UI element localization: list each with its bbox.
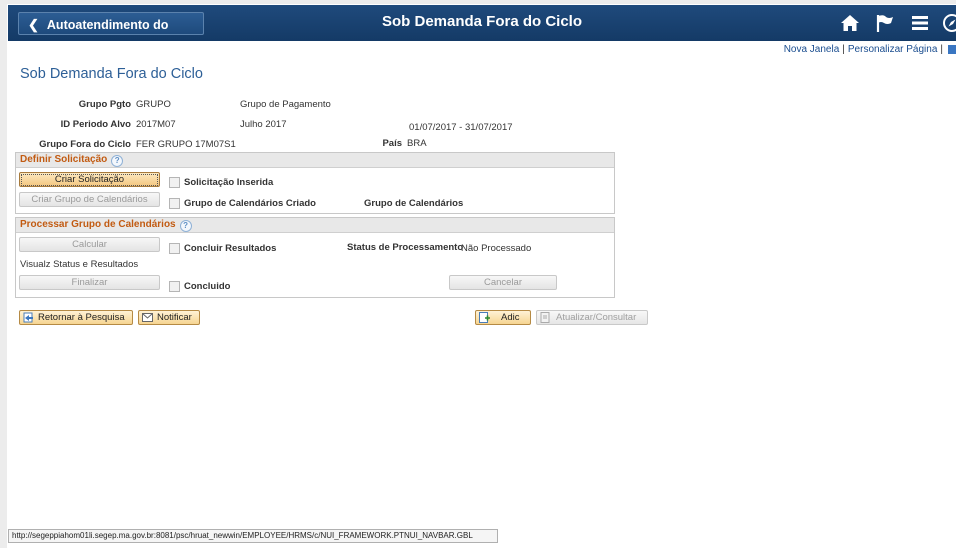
grupo-fora-ciclo-value: FER GRUPO 17M07S1 bbox=[136, 139, 236, 150]
page-links: Nova Janela | Personalizar Página | bbox=[784, 44, 956, 55]
update-icon bbox=[540, 312, 550, 323]
new-window-link[interactable]: Nova Janela bbox=[784, 44, 840, 55]
definir-solicitacao-title: Definir Solicitação bbox=[20, 154, 108, 165]
chevron-left-icon: ❮ bbox=[28, 17, 39, 32]
adic-button[interactable]: Adic bbox=[475, 310, 531, 325]
processar-grupo-header: Processar Grupo de Calendários? bbox=[16, 218, 614, 233]
menu-icon[interactable] bbox=[910, 13, 930, 33]
grupo-pgto-value: GRUPO bbox=[136, 99, 171, 110]
compass-icon[interactable] bbox=[942, 13, 956, 33]
grupo-calendarios-label: Grupo de Calendários bbox=[364, 198, 463, 209]
notificar-label: Notificar bbox=[157, 312, 192, 323]
status-processamento-value: Não Processado bbox=[461, 243, 532, 254]
pais-value: BRA bbox=[407, 138, 427, 149]
finalizar-button[interactable]: Finalizar bbox=[19, 275, 160, 290]
criar-solicitacao-label: Criar Solicitação bbox=[21, 174, 158, 186]
periodo-alvo-value: 2017M07 bbox=[136, 119, 176, 130]
notify-icon bbox=[142, 313, 153, 322]
link-separator: | bbox=[842, 44, 845, 55]
periodo-alvo-description: Julho 2017 bbox=[240, 119, 287, 130]
concluir-resultados-checkbox[interactable]: Concluir Resultados bbox=[169, 243, 276, 254]
back-button-label: Autoatendimento do Gerente bbox=[28, 18, 169, 55]
periodo-date-range: 01/07/2017 - 31/07/2017 bbox=[409, 122, 513, 133]
solicitacao-inserida-checkbox[interactable]: Solicitação Inserida bbox=[169, 177, 273, 188]
page-title: Sob Demanda Fora do Ciclo bbox=[20, 66, 203, 82]
visualz-status-resultados-link[interactable]: Visualz Status e Resultados bbox=[20, 259, 138, 270]
checkbox-box[interactable] bbox=[169, 281, 180, 292]
link-separator: | bbox=[940, 44, 943, 55]
retornar-pesquisa-label: Retornar à Pesquisa bbox=[38, 312, 125, 323]
help-icon[interactable]: ? bbox=[111, 155, 124, 167]
grupo-pgto-label: Grupo Pgto bbox=[78, 99, 131, 110]
solicitacao-inserida-label: Solicitação Inserida bbox=[184, 177, 274, 188]
atualizar-consultar-label: Atualizar/Consultar bbox=[556, 312, 637, 323]
pais-label: País bbox=[382, 138, 402, 149]
status-processamento-text: Status de Processamento bbox=[347, 242, 464, 253]
concluir-resultados-label: Concluir Resultados bbox=[184, 243, 277, 254]
criar-grupo-calendarios-button[interactable]: Criar Grupo de Calendários bbox=[19, 192, 160, 207]
adic-label: Adic bbox=[501, 312, 520, 323]
checkbox-box[interactable] bbox=[169, 177, 180, 188]
window-frame-top bbox=[0, 0, 956, 4]
retornar-pesquisa-button[interactable]: Retornar à Pesquisa bbox=[19, 310, 133, 325]
flag-icon[interactable] bbox=[874, 13, 894, 33]
calcular-button[interactable]: Calcular bbox=[19, 237, 160, 252]
browser-status-url: http://segeppiahom01li.segep.ma.gov.br:8… bbox=[8, 529, 498, 543]
concluido-label: Concluido bbox=[184, 281, 231, 292]
grupo-pgto-description: Grupo de Pagamento bbox=[240, 99, 331, 110]
processar-grupo-title: Processar Grupo de Calendários bbox=[20, 219, 176, 230]
window-frame-left bbox=[0, 0, 7, 548]
cancelar-button[interactable]: Cancelar bbox=[449, 275, 557, 290]
personalize-page-link[interactable]: Personalizar Página bbox=[848, 44, 938, 55]
help-icon[interactable]: ? bbox=[179, 220, 192, 232]
grupo-calendarios-criado-checkbox[interactable]: Grupo de Calendários Criado bbox=[169, 198, 316, 209]
periodo-alvo-label: ID Periodo Alvo bbox=[60, 119, 131, 130]
status-processamento-label: Status de Processamento bbox=[347, 242, 463, 253]
return-search-icon bbox=[23, 312, 33, 323]
navigation-banner: Sob Demanda Fora do Ciclo ❮ Autoatendimen… bbox=[8, 5, 956, 55]
criar-solicitacao-button[interactable]: Criar Solicitação bbox=[19, 172, 160, 187]
concluido-checkbox[interactable]: Concluido bbox=[169, 281, 230, 292]
grupo-calendarios-text: Grupo de Calendários bbox=[364, 198, 464, 209]
atualizar-consultar-button[interactable]: Atualizar/Consultar bbox=[536, 310, 648, 325]
back-button[interactable]: ❮ Autoatendimento do Gerente bbox=[18, 12, 204, 55]
checkbox-box[interactable] bbox=[169, 198, 180, 209]
page-options-icon[interactable] bbox=[948, 44, 956, 54]
grupo-calendarios-criado-label: Grupo de Calendários Criado bbox=[184, 198, 316, 209]
checkbox-box[interactable] bbox=[169, 243, 180, 254]
notificar-button[interactable]: Notificar bbox=[138, 310, 200, 325]
grupo-fora-ciclo-label: Grupo Fora do Ciclo bbox=[39, 139, 131, 150]
add-icon bbox=[479, 312, 490, 323]
home-icon[interactable] bbox=[840, 13, 860, 33]
definir-solicitacao-header: Definir Solicitação? bbox=[16, 153, 614, 168]
